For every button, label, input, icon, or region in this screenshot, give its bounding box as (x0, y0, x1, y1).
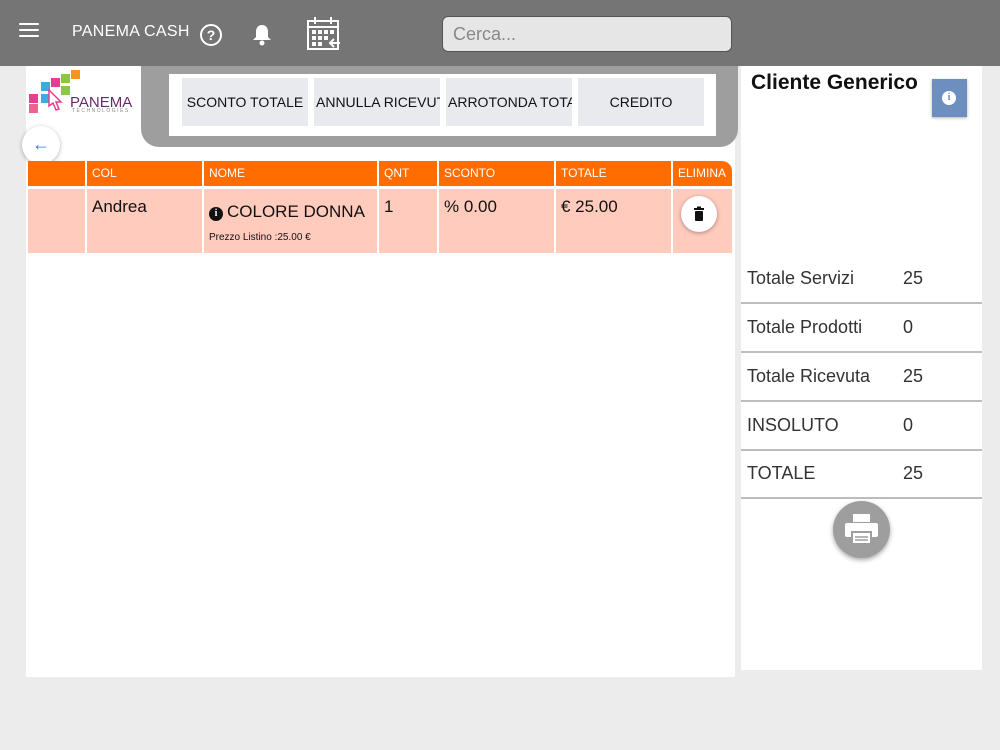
search-field[interactable] (442, 16, 732, 52)
client-info-button[interactable]: i (932, 79, 967, 117)
info-icon: i (942, 91, 956, 105)
row-cell-elimina (673, 189, 732, 253)
summary-value: 0 (903, 317, 914, 337)
row-cell-blank (28, 189, 85, 253)
column-header-blank (28, 161, 85, 186)
row-cell-totale: € 25.00 (556, 189, 671, 253)
info-icon[interactable]: i (209, 207, 223, 221)
credito-button[interactable]: CREDITO (578, 78, 704, 126)
receipt-panel (26, 66, 735, 677)
arrotonda-totale-button[interactable]: ARROTONDA TOTALE (446, 78, 572, 126)
summary-value: 0 (903, 415, 914, 435)
summary-label: Totale Prodotti (747, 317, 863, 337)
sconto-totale-button[interactable]: SCONTO TOTALE (182, 78, 308, 126)
column-header-nome: NOME (204, 161, 377, 186)
print-button[interactable] (833, 501, 890, 558)
search-input[interactable] (443, 17, 731, 51)
client-name: Cliente Generico (751, 71, 918, 94)
summary-value: 25 (903, 268, 924, 288)
item-name-line: i COLORE DONNA (209, 202, 372, 222)
back-arrow-icon[interactable]: ← (22, 126, 60, 164)
row-cell-col: Andrea (87, 189, 202, 253)
bell-icon[interactable] (252, 24, 272, 51)
summary-value: 25 (903, 366, 924, 386)
summary-row-totale: TOTALE 25 (741, 451, 982, 499)
item-name: COLORE DONNA (227, 202, 365, 221)
table-row[interactable]: Andrea i COLORE DONNA Prezzo Listino :25.… (28, 189, 734, 253)
row-cell-qnt[interactable]: 1 (379, 189, 437, 253)
row-cell-nome[interactable]: i COLORE DONNA Prezzo Listino :25.00 € (204, 189, 377, 253)
item-list-price: Prezzo Listino :25.00 € (209, 232, 311, 243)
column-header-sconto: SCONTO (439, 161, 554, 186)
column-header-qnt: QNT (379, 161, 437, 186)
summary-label: Totale Ricevuta (747, 366, 871, 386)
column-header-col: COL (87, 161, 202, 186)
printer-icon (845, 514, 878, 545)
trash-icon (694, 206, 704, 221)
summary-label: INSOLUTO (747, 415, 839, 435)
summary-row-totale-servizi: Totale Servizi 25 (741, 256, 982, 304)
table-header: COL NOME QNT SCONTO TOTALE ELIMINA (28, 161, 732, 186)
logo-subtitle: TECHNOLOGIES (72, 108, 130, 114)
summary-label: TOTALE (747, 463, 816, 483)
delete-button[interactable] (681, 196, 717, 232)
row-cell-sconto[interactable]: % 0.00 (439, 189, 554, 253)
help-icon[interactable]: ? (200, 24, 222, 46)
summary-label: Totale Servizi (747, 268, 855, 288)
summary-value: 25 (903, 463, 924, 483)
hamburger-menu-icon[interactable] (19, 23, 39, 39)
annulla-ricevuta-button[interactable]: ANNULLA RICEVUTA (314, 78, 440, 126)
column-header-totale: TOTALE (556, 161, 671, 186)
calendar-icon[interactable] (306, 16, 342, 57)
summary-row-insoluto: INSOLUTO 0 (741, 403, 982, 451)
summary-row-totale-prodotti: Totale Prodotti 0 (741, 305, 982, 353)
app-title: PANEMA CASH (72, 23, 190, 40)
column-header-elimina: ELIMINA (673, 161, 732, 186)
summary-row-totale-ricevuta: Totale Ricevuta 25 (741, 354, 982, 402)
